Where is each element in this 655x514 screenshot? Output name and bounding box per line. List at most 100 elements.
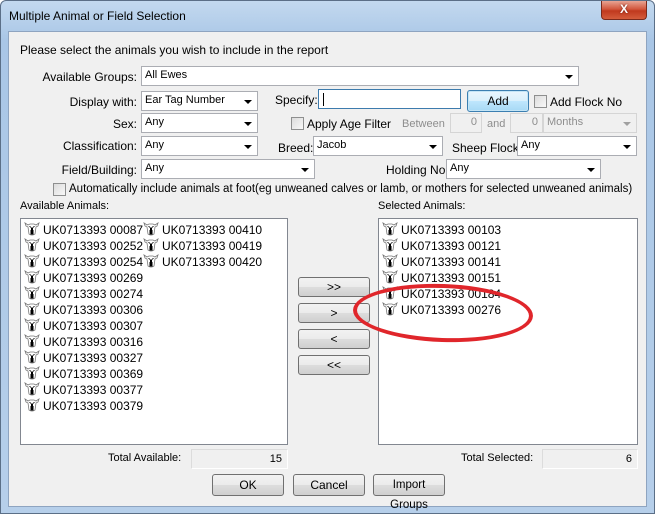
list-item-label: UK0713393 00410 bbox=[162, 223, 263, 237]
list-item-label: UK0713393 00420 bbox=[162, 255, 263, 269]
sheep-icon bbox=[24, 350, 40, 364]
chevron-down-icon bbox=[244, 100, 252, 104]
sheep-icon bbox=[24, 238, 40, 252]
sheep-icon bbox=[24, 366, 40, 380]
specify-input[interactable] bbox=[318, 89, 461, 109]
field-building-dropdown[interactable]: Any bbox=[141, 159, 315, 179]
list-item[interactable]: UK0713393 00254 bbox=[24, 254, 143, 270]
available-groups-value: All Ewes bbox=[145, 69, 188, 81]
holding-no-value: Any bbox=[450, 162, 469, 174]
list-item[interactable]: UK0713393 00121 bbox=[382, 238, 501, 254]
available-groups-dropdown[interactable]: All Ewes bbox=[141, 66, 579, 86]
sheep-icon bbox=[24, 318, 40, 332]
close-icon: X bbox=[619, 2, 628, 16]
sheep-icon bbox=[143, 254, 159, 268]
sex-dropdown[interactable]: Any bbox=[141, 113, 258, 133]
classification-dropdown[interactable]: Any bbox=[141, 136, 258, 156]
sheep-icon bbox=[24, 334, 40, 348]
sheep-icon bbox=[382, 270, 398, 284]
add-flock-no-checkbox[interactable] bbox=[534, 95, 547, 108]
sheep-flock-value: Any bbox=[521, 139, 540, 151]
list-item[interactable]: UK0713393 00141 bbox=[382, 254, 501, 270]
age-from-input[interactable]: 0 bbox=[450, 113, 482, 133]
sheep-icon bbox=[24, 398, 40, 412]
list-item[interactable]: UK0713393 00307 bbox=[24, 318, 143, 334]
total-selected-label: Total Selected: bbox=[461, 452, 534, 464]
title-bar[interactable]: Multiple Animal or Field Selection X bbox=[1, 1, 654, 31]
list-item[interactable]: UK0713393 00410 bbox=[143, 222, 262, 238]
list-item[interactable]: UK0713393 00419 bbox=[143, 238, 262, 254]
import-groups-button[interactable]: Import Groups bbox=[373, 474, 445, 511]
sheep-icon bbox=[382, 238, 398, 252]
sheep-icon bbox=[24, 270, 40, 284]
chevron-down-icon bbox=[587, 168, 595, 172]
apply-age-filter-checkbox[interactable] bbox=[291, 117, 304, 130]
list-item[interactable]: UK0713393 00369 bbox=[24, 366, 143, 382]
sheep-icon bbox=[24, 382, 40, 396]
list-item[interactable]: UK0713393 00087 bbox=[24, 222, 143, 238]
list-item[interactable]: UK0713393 00269 bbox=[24, 270, 143, 286]
add-all-button[interactable]: >> bbox=[298, 277, 370, 297]
list-item-label: UK0713393 00141 bbox=[401, 255, 502, 269]
age-unit-value: Months bbox=[547, 116, 584, 128]
age-to-input[interactable]: 0 bbox=[510, 113, 543, 133]
sheep-icon bbox=[143, 238, 159, 252]
breed-dropdown[interactable]: Jacob bbox=[313, 136, 443, 156]
list-item[interactable]: UK0713393 00306 bbox=[24, 302, 143, 318]
list-item[interactable]: UK0713393 00274 bbox=[24, 286, 143, 302]
list-item-label: UK0713393 00087 bbox=[43, 223, 144, 237]
add-selected-button[interactable]: > bbox=[298, 303, 370, 323]
list-item[interactable]: UK0713393 00377 bbox=[24, 382, 143, 398]
sex-label: Sex: bbox=[112, 117, 137, 131]
list-item[interactable]: UK0713393 00151 bbox=[382, 270, 501, 286]
auto-include-label: Automatically include animals at foot(eg… bbox=[69, 183, 633, 195]
remove-all-button[interactable]: << bbox=[298, 355, 370, 375]
list-item-label: UK0713393 00276 bbox=[401, 303, 502, 317]
and-label: and bbox=[487, 118, 506, 130]
list-item-label: UK0713393 00369 bbox=[43, 367, 144, 381]
chevron-down-icon bbox=[301, 168, 309, 172]
classification-label: Classification: bbox=[62, 139, 137, 153]
chevron-down-icon bbox=[565, 75, 573, 79]
total-available-value: 15 bbox=[191, 449, 288, 469]
breed-label: Breed: bbox=[278, 141, 314, 155]
dialog-window: Multiple Animal or Field Selection X Ple… bbox=[0, 0, 655, 514]
add-flock-no-label: Add Flock No bbox=[550, 95, 623, 109]
age-unit-dropdown[interactable]: Months bbox=[543, 113, 637, 133]
list-item-label: UK0713393 00306 bbox=[43, 303, 144, 317]
sheep-icon bbox=[24, 222, 40, 236]
cancel-button[interactable]: Cancel bbox=[293, 474, 365, 496]
list-item[interactable]: UK0713393 00327 bbox=[24, 350, 143, 366]
list-item[interactable]: UK0713393 00420 bbox=[143, 254, 262, 270]
close-button[interactable]: X bbox=[601, 1, 647, 20]
list-item-label: UK0713393 00151 bbox=[401, 271, 502, 285]
display-with-dropdown[interactable]: Ear Tag Number bbox=[141, 91, 258, 111]
holding-no-dropdown[interactable]: Any bbox=[446, 159, 601, 179]
auto-include-checkbox[interactable] bbox=[53, 183, 66, 196]
available-animals-list[interactable]: UK0713393 00087 UK0713393 00252 UK0713393 … bbox=[20, 218, 288, 445]
list-item-label: UK0713393 00327 bbox=[43, 351, 144, 365]
chevron-down-icon bbox=[623, 145, 631, 149]
ok-button[interactable]: OK bbox=[212, 474, 284, 496]
list-item-label: UK0713393 00379 bbox=[43, 399, 144, 413]
list-item[interactable]: UK0713393 00184 bbox=[382, 286, 501, 302]
list-item-label: UK0713393 00377 bbox=[43, 383, 144, 397]
chevron-down-icon bbox=[429, 145, 437, 149]
add-button[interactable]: Add bbox=[467, 90, 529, 112]
list-item[interactable]: UK0713393 00379 bbox=[24, 398, 143, 414]
list-item-label: UK0713393 00274 bbox=[43, 287, 144, 301]
sheep-icon bbox=[382, 286, 398, 300]
sheep-icon bbox=[24, 286, 40, 300]
remove-selected-button[interactable]: < bbox=[298, 329, 370, 349]
text-caret bbox=[323, 93, 324, 106]
field-building-value: Any bbox=[145, 162, 164, 174]
sheep-flock-dropdown[interactable]: Any bbox=[517, 136, 637, 156]
list-item[interactable]: UK0713393 00276 bbox=[382, 302, 501, 318]
selected-animals-list[interactable]: UK0713393 00103 UK0713393 00121 UK0713393 … bbox=[378, 218, 638, 445]
list-item[interactable]: UK0713393 00103 bbox=[382, 222, 501, 238]
list-item-label: UK0713393 00419 bbox=[162, 239, 263, 253]
chevron-down-icon bbox=[623, 122, 631, 126]
list-item[interactable]: UK0713393 00316 bbox=[24, 334, 143, 350]
window-title: Multiple Animal or Field Selection bbox=[9, 9, 186, 23]
list-item[interactable]: UK0713393 00252 bbox=[24, 238, 143, 254]
